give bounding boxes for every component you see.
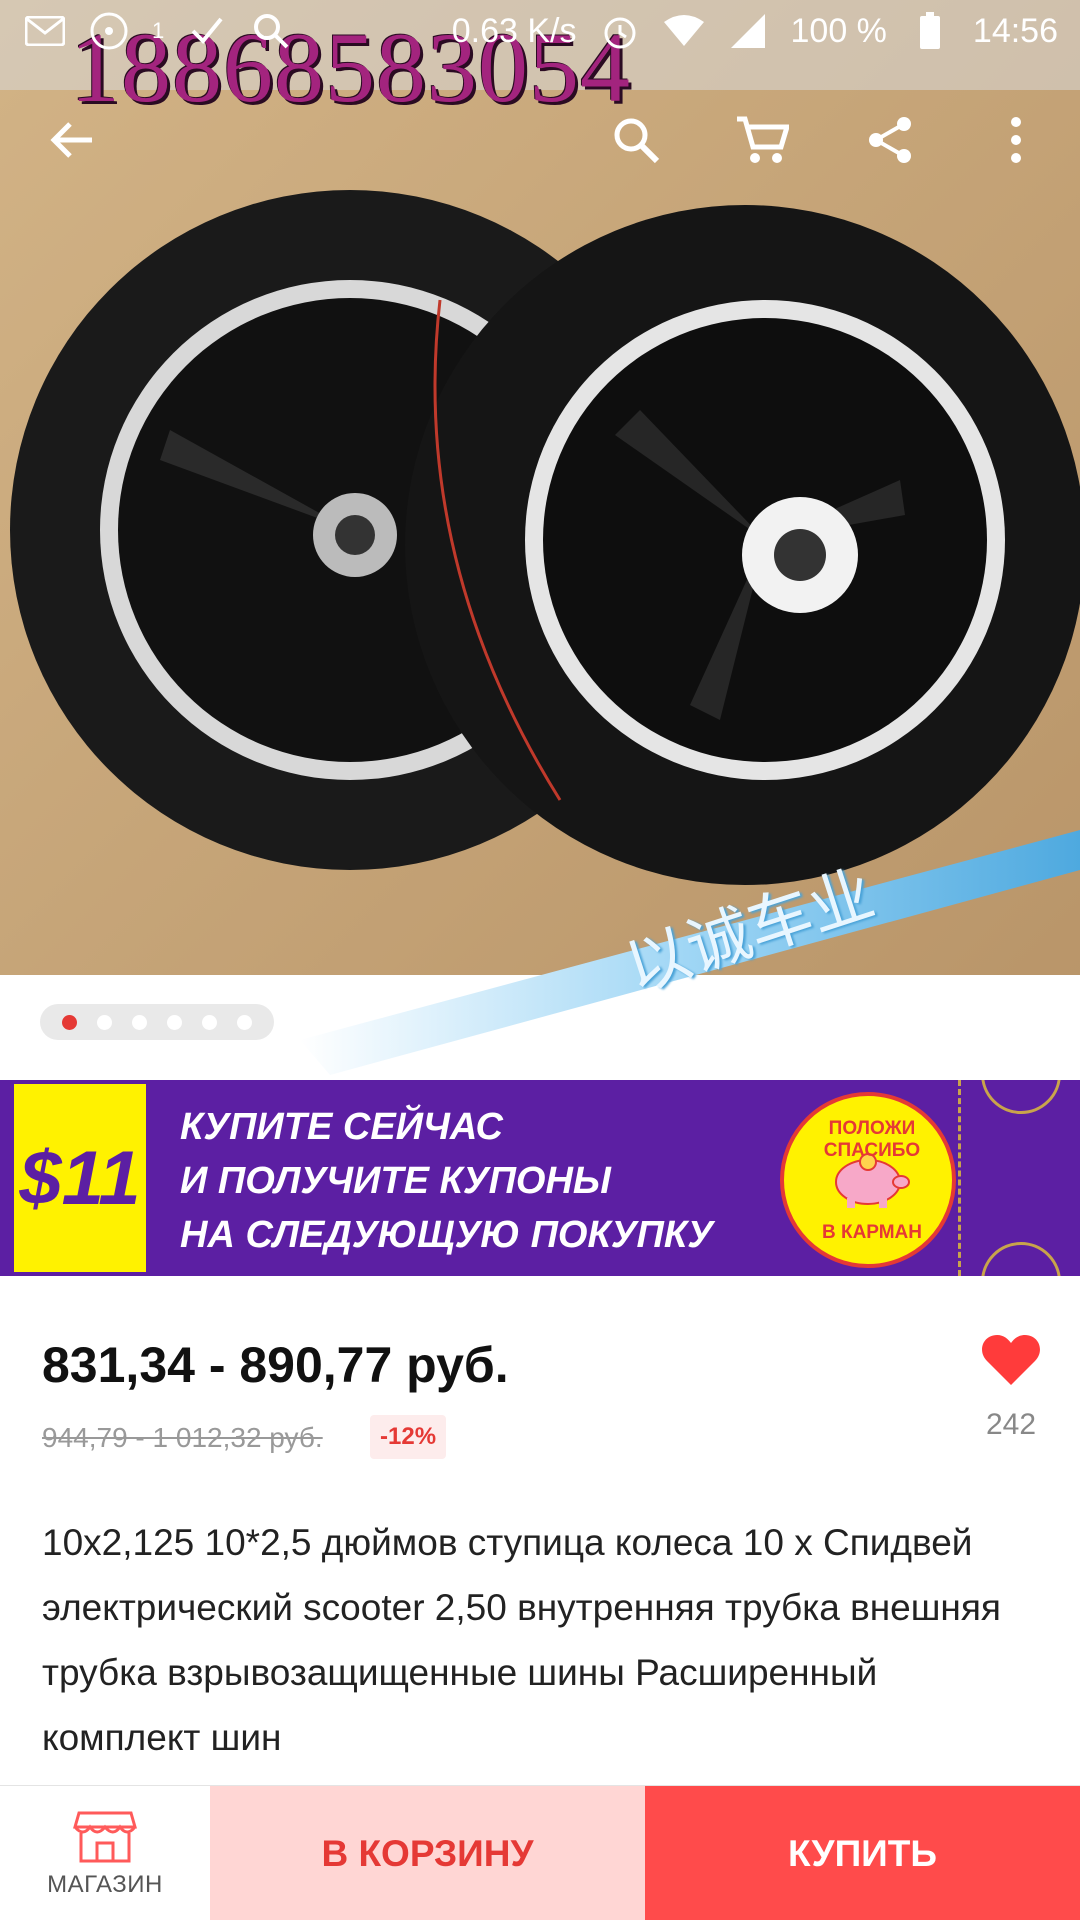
badge-top-text: ПОЛОЖИ СПАСИБО — [823, 1118, 921, 1161]
wifi-icon — [663, 10, 705, 52]
product-title: 10x2,125 10*2,5 дюймов ступица колеса 10… — [42, 1522, 1001, 1758]
radiation-icon — [88, 10, 130, 52]
cart-button[interactable] — [722, 100, 802, 180]
signal-digit: 1 — [152, 18, 165, 43]
promo-amount: $11 — [19, 1135, 141, 1221]
heart-icon — [982, 1335, 1040, 1385]
alarm-icon — [599, 10, 641, 52]
promo-line-2: И ПОЛУЧИТЕ КУПОНЫ — [180, 1160, 611, 1202]
pager-dot[interactable] — [167, 1014, 182, 1030]
pager-dot[interactable] — [62, 1014, 77, 1030]
clock: 14:56 — [972, 11, 1058, 50]
buy-now-button[interactable]: КУПИТЬ — [645, 1786, 1080, 1920]
arrow-left-icon — [50, 122, 92, 158]
promo-line-1: КУПИТЕ СЕЙЧАС — [180, 1106, 503, 1148]
top-app-bar — [0, 100, 1080, 180]
share-button[interactable] — [850, 100, 930, 180]
search-icon — [614, 118, 660, 164]
image-pager-dots[interactable] — [40, 1004, 274, 1040]
wishlist-count: 242 — [985, 1408, 1037, 1441]
discount-badge: -12% — [370, 1415, 447, 1459]
more-vertical-icon — [1011, 117, 1021, 163]
badge-bottom-text: В КАРМАН — [821, 1222, 922, 1243]
ticket-edge — [958, 1080, 1080, 1276]
battery-percent: 100 % — [790, 11, 887, 50]
cart-icon — [737, 116, 789, 163]
promo-line-3: НА СЛЕДУЮЩУЮ ПОКУПКУ — [180, 1214, 713, 1256]
wishlist-button[interactable] — [975, 1330, 1047, 1390]
piggy-badge: ПОЛОЖИ СПАСИБО В КАРМАН — [780, 1092, 956, 1268]
product-page: 18868583054 以诚车业 1 0.63 K/s 100 % 14:56 … — [0, 0, 1080, 1920]
pager-dot[interactable] — [202, 1014, 217, 1030]
check-icon — [186, 10, 228, 52]
pager-dot[interactable] — [132, 1014, 147, 1030]
current-price: 831,34 - 890,77 руб. — [42, 1337, 509, 1393]
store-icon — [73, 1811, 137, 1862]
search-button[interactable] — [596, 100, 676, 180]
cell-signal-icon — [727, 10, 769, 52]
bottom-action-bar: МАГАЗИН В КОРЗИНУ КУПИТЬ — [0, 1785, 1080, 1920]
pager-dot[interactable] — [97, 1014, 112, 1030]
store-button[interactable]: МАГАЗИН — [0, 1786, 210, 1920]
share-icon — [869, 117, 911, 163]
battery-icon — [909, 10, 951, 52]
more-button[interactable] — [976, 100, 1056, 180]
promo-amount-box: $11 — [14, 1084, 146, 1272]
pager-dot[interactable] — [237, 1014, 252, 1030]
search-status-icon — [250, 10, 292, 52]
back-button[interactable] — [32, 100, 112, 180]
old-price: 944,79 - 1 012,32 руб. — [42, 1422, 323, 1453]
add-to-cart-button[interactable]: В КОРЗИНУ — [210, 1786, 645, 1920]
network-speed: 0.63 K/s — [451, 11, 577, 50]
status-bar: 1 0.63 K/s 100 % 14:56 — [0, 0, 1080, 62]
store-label: МАГАЗИН — [47, 1870, 163, 1898]
promo-text: КУПИТЕ СЕЙЧАС И ПОЛУЧИТЕ КУПОНЫ НА СЛЕДУ… — [180, 1100, 713, 1262]
promo-banner[interactable]: $11 КУПИТЕ СЕЙЧАС И ПОЛУЧИТЕ КУПОНЫ НА С… — [0, 1080, 1080, 1276]
mail-icon — [24, 10, 66, 52]
